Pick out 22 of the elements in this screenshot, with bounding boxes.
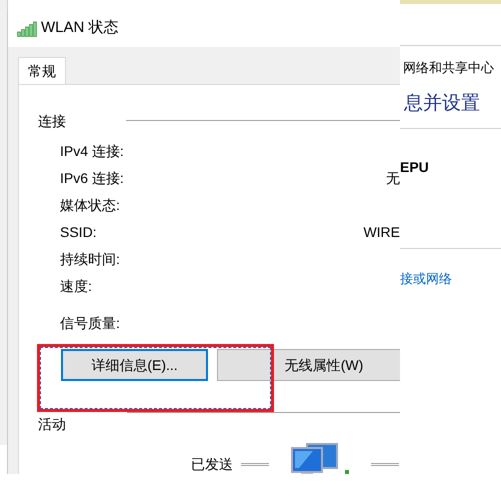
sent-label: 已发送: [191, 454, 233, 474]
field-label: 信号质量:: [60, 314, 120, 333]
heading-fragment: 息并设置: [404, 92, 481, 116]
link-fragment[interactable]: 接或网络: [400, 269, 501, 288]
label-fragment: EPU: [400, 158, 430, 177]
tab[interactable]: 常规: [18, 57, 66, 85]
field-value: 无: [386, 169, 400, 188]
field-value: WIRE: [363, 223, 400, 242]
field-label: SSID:: [60, 223, 97, 242]
signal-icon: [17, 20, 37, 36]
dialog-button[interactable]: 详细信息(E)...: [61, 349, 208, 381]
section-heading: 活动: [38, 415, 66, 434]
network-computers-icon: [289, 442, 349, 474]
window-title-fragment: 网络和共享中心: [403, 59, 495, 77]
field-label: 持续时间:: [60, 250, 120, 269]
field-label: 媒体状态:: [60, 196, 120, 215]
field-label: IPv4 连接:: [60, 142, 124, 161]
field-label: 速度:: [60, 277, 92, 296]
window-title: WLAN 状态: [41, 18, 119, 38]
field-label: IPv6 连接:: [60, 169, 124, 188]
section-heading: 连接: [38, 112, 66, 131]
dialog-button[interactable]: 无线属性(W): [217, 349, 400, 381]
